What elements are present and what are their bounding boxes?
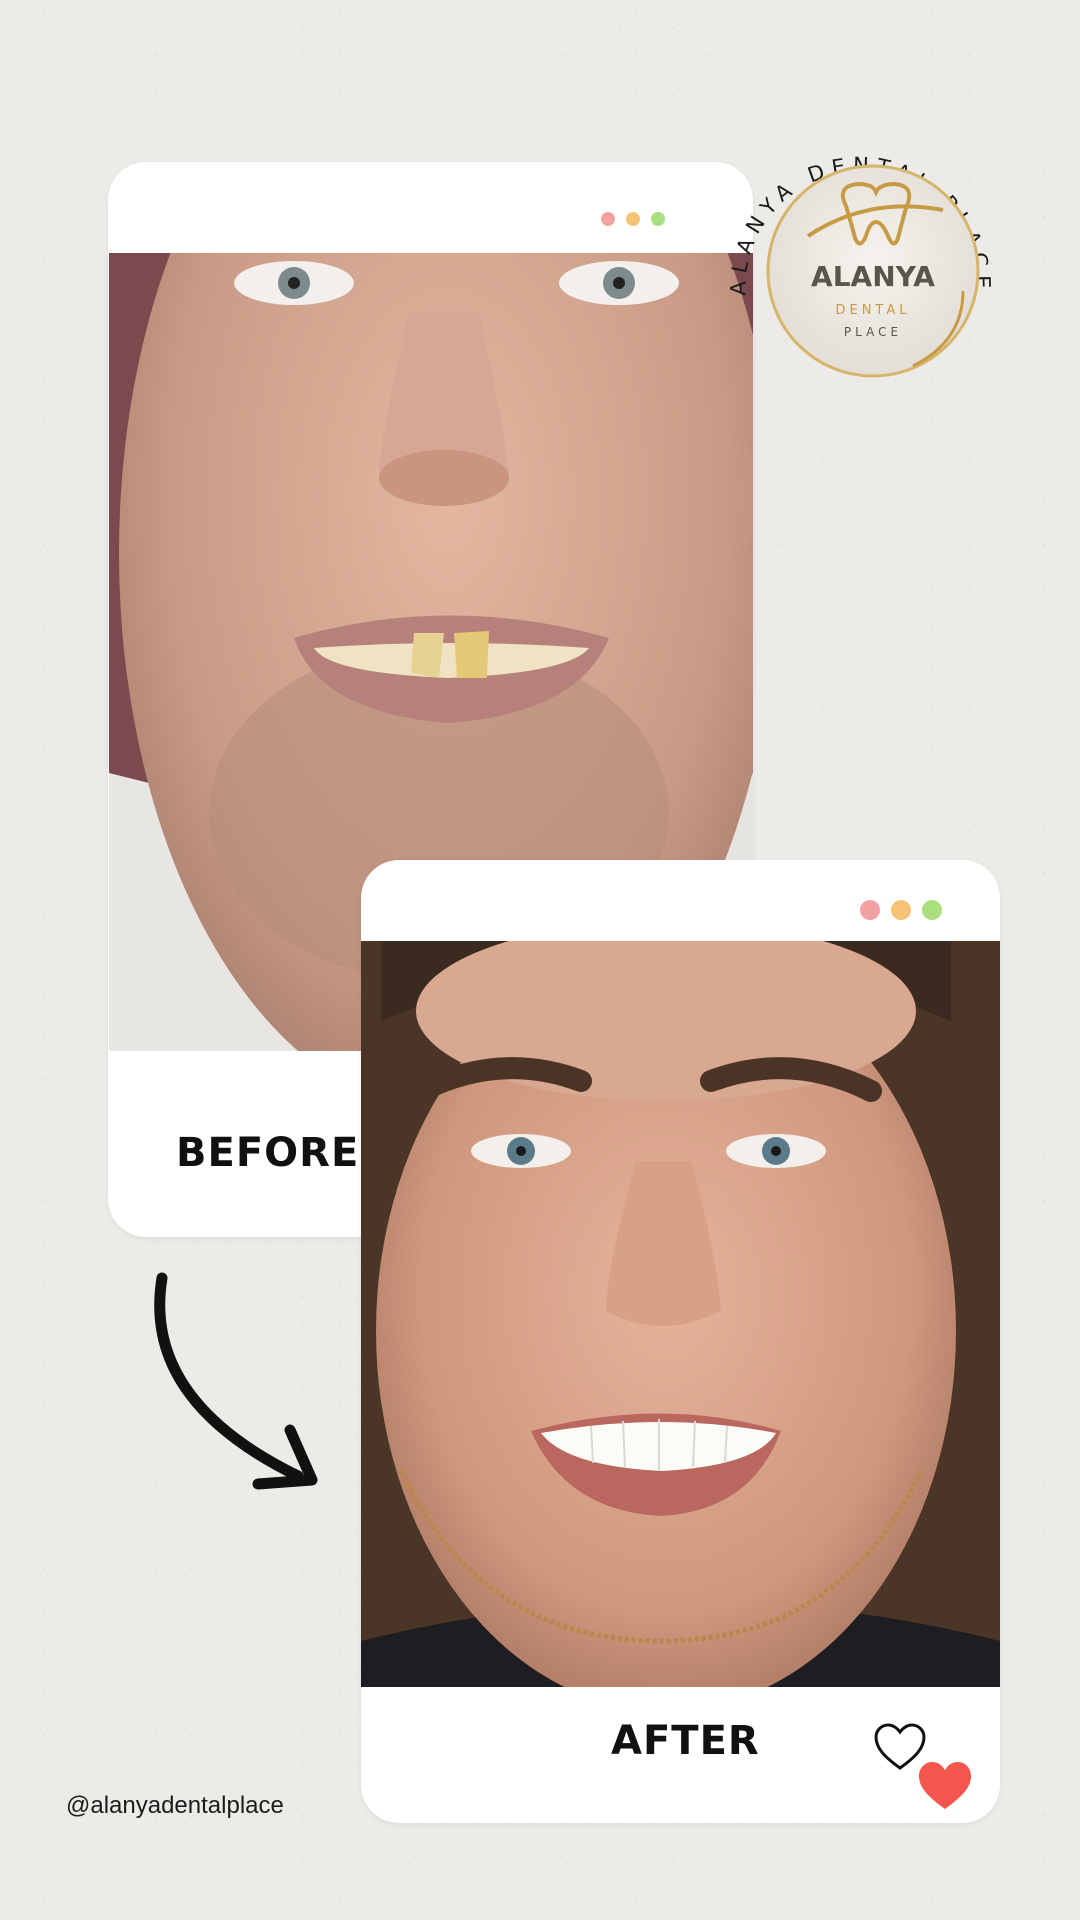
logo-line3: PLACE xyxy=(844,325,902,339)
green-dot xyxy=(651,212,665,226)
window-dots xyxy=(601,212,665,226)
after-photo xyxy=(361,941,1000,1687)
red-dot xyxy=(601,212,615,226)
red-dot xyxy=(860,900,880,920)
social-handle[interactable]: @alanyadentalplace xyxy=(66,1792,284,1820)
yellow-dot xyxy=(891,900,911,920)
curved-arrow-icon xyxy=(154,1272,318,1490)
after-label: AFTER xyxy=(611,1718,760,1764)
green-dot xyxy=(922,900,942,920)
heart-filled-icon[interactable] xyxy=(917,1760,973,1812)
after-card: AFTER xyxy=(361,860,1000,1823)
yellow-dot xyxy=(626,212,640,226)
logo-name: ALANYA xyxy=(811,260,935,293)
before-label: BEFORE xyxy=(176,1130,360,1176)
logo-line2: DENTAL xyxy=(835,303,910,318)
brand-logo: ALANYA DENTAL PLACE ALANYA DENTAL PLACE xyxy=(726,153,988,378)
window-dots xyxy=(860,900,942,920)
